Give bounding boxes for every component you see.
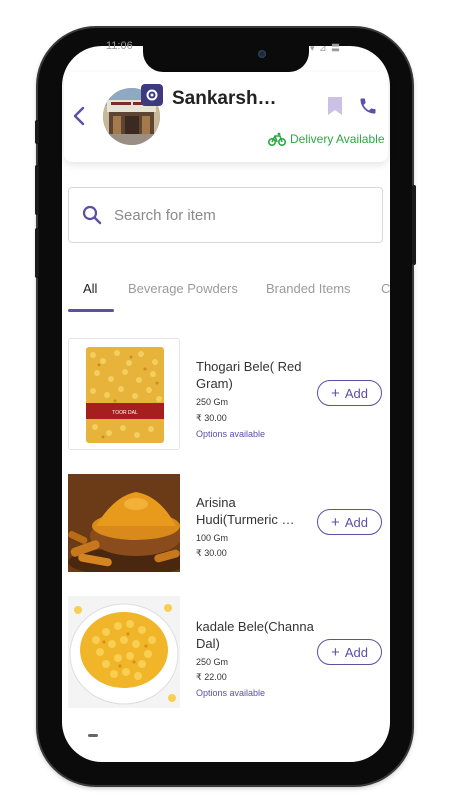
product-image-turmeric[interactable]	[68, 474, 180, 572]
phone-silent-switch	[35, 120, 39, 144]
active-tab-indicator	[68, 309, 114, 312]
product-name: Arisina Hudi(Turmeric …	[196, 495, 295, 527]
search-icon	[82, 205, 102, 225]
front-camera	[258, 50, 266, 58]
next-item-peek	[88, 734, 98, 737]
product-price: ₹ 30.00	[196, 548, 227, 558]
status-time: 11:06	[106, 40, 133, 52]
status-indicators: ▾ ⊿ 〓	[310, 43, 342, 53]
shop-name: Sankarsh…	[172, 88, 277, 109]
add-to-cart-button[interactable]: + Add	[317, 509, 382, 535]
tab-beverage-powders[interactable]: Beverage Powders	[128, 281, 238, 296]
search-bar[interactable]	[68, 187, 383, 243]
plus-icon: +	[331, 643, 340, 661]
tab-all[interactable]: All	[83, 281, 97, 296]
delivery-status: Delivery Available	[268, 132, 385, 146]
package-label: TOOR DAL	[112, 410, 138, 416]
add-to-cart-button[interactable]: + Add	[317, 639, 382, 665]
chevron-left-icon	[73, 106, 85, 126]
add-button-label: Add	[344, 385, 368, 401]
bookmark-button[interactable]	[327, 96, 343, 116]
delivery-text: Delivery Available	[290, 132, 385, 146]
product-options-link[interactable]: Options available	[196, 429, 265, 439]
product-quantity: 100 Gm	[196, 533, 229, 543]
product-price: ₹ 30.00	[196, 413, 227, 423]
bicycle-icon	[268, 132, 286, 146]
phone-notch	[143, 42, 309, 72]
store-badge-icon	[141, 84, 163, 106]
product-image-channa-dal[interactable]	[68, 596, 180, 708]
product-price: ₹ 22.00	[196, 672, 227, 682]
add-button-label: Add	[344, 514, 368, 530]
phone-volume-up-button	[35, 165, 39, 215]
product-name: Thogari Bele( Red Gram)	[196, 359, 302, 391]
add-to-cart-button[interactable]: + Add	[317, 380, 382, 406]
plus-icon: +	[331, 513, 340, 531]
plus-icon: +	[331, 384, 340, 402]
back-button[interactable]	[70, 104, 88, 128]
bookmark-icon	[328, 97, 342, 115]
product-options-link[interactable]: Options available	[196, 688, 265, 698]
phone-power-button	[412, 185, 416, 265]
tab-next-category[interactable]: C	[381, 281, 390, 296]
product-quantity: 250 Gm	[196, 397, 229, 407]
product-image-toor-dal[interactable]: TOOR DAL	[68, 338, 180, 450]
call-button[interactable]	[358, 96, 378, 116]
add-button-label: Add	[344, 644, 368, 660]
search-input[interactable]	[114, 206, 354, 224]
product-quantity: 250 Gm	[196, 657, 229, 667]
tab-branded-items[interactable]: Branded Items	[266, 281, 351, 296]
category-tabs: All Beverage Powders Branded Items C	[68, 275, 390, 313]
phone-icon	[360, 98, 376, 114]
phone-volume-down-button	[35, 228, 39, 278]
product-name: kadale Bele(Channa Dal)	[196, 619, 314, 651]
